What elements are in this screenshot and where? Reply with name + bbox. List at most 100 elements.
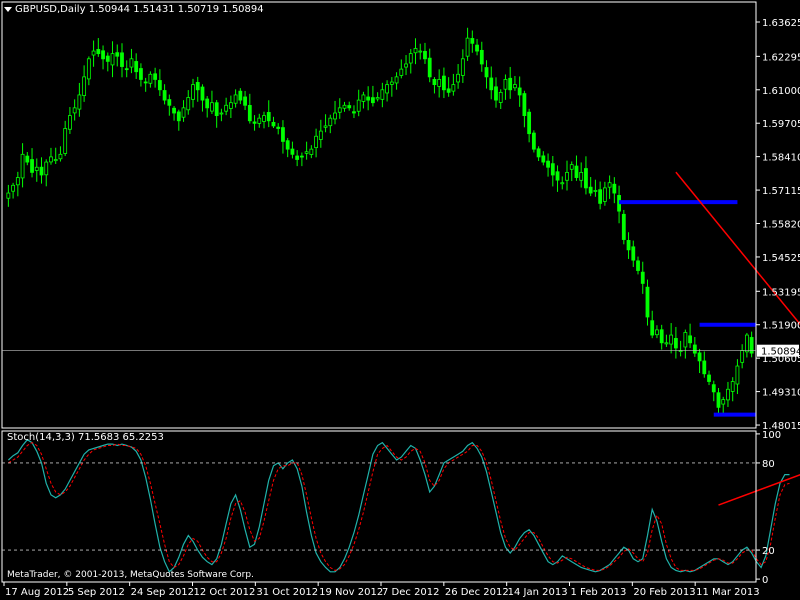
- candle-body: [385, 84, 390, 94]
- candle-body: [91, 50, 96, 56]
- candle-body: [579, 171, 584, 181]
- candle-body: [243, 96, 247, 106]
- candle-body: [446, 88, 451, 93]
- stoch-title: Stoch(14,3,3) 71.5683 65.2253: [7, 432, 164, 443]
- candle-body: [176, 111, 181, 122]
- candle-body: [167, 99, 172, 106]
- candle-body: [550, 163, 555, 176]
- candle-body: [607, 182, 612, 188]
- candle-body: [228, 102, 233, 109]
- candle-body: [318, 130, 323, 140]
- candle-body: [432, 78, 437, 86]
- time-tick-label: 20 Feb 2013: [633, 587, 695, 598]
- candle-body: [716, 392, 721, 408]
- candle-body: [210, 102, 214, 112]
- candle-body: [262, 115, 266, 122]
- candle-body: [688, 335, 692, 344]
- candle-body: [105, 55, 110, 62]
- candle-body: [342, 104, 347, 109]
- candle-body: [299, 155, 304, 158]
- candle-body: [356, 99, 361, 112]
- candle-body: [744, 334, 749, 353]
- price-tick-label: 1.57115: [762, 186, 800, 197]
- candle-body: [683, 332, 688, 348]
- candle-body: [143, 81, 148, 84]
- candle-body: [252, 121, 257, 124]
- candle-body: [30, 159, 34, 173]
- candle-body: [465, 37, 470, 57]
- candle-body: [375, 97, 380, 100]
- candle-body: [612, 183, 617, 194]
- candle-body: [181, 107, 186, 118]
- candle-body: [186, 97, 191, 111]
- price-tick-label: 1.58410: [762, 153, 800, 164]
- candle-body: [15, 177, 20, 186]
- candle-body: [489, 77, 494, 91]
- candle-body: [503, 79, 508, 90]
- candle-body: [536, 148, 541, 158]
- candle-body: [621, 213, 626, 240]
- candle-body: [517, 87, 522, 96]
- candle-body: [513, 84, 517, 89]
- time-tick-label: 17 Aug 2012: [5, 587, 69, 598]
- candle-body: [6, 192, 11, 199]
- candle-body: [281, 127, 285, 142]
- candle-body: [541, 155, 546, 163]
- candle-body: [413, 48, 418, 54]
- candle-body: [404, 63, 408, 68]
- candle-body: [63, 128, 68, 154]
- candle-body: [669, 334, 674, 345]
- chart-canvas[interactable]: 1.63625 1.62295 1.61000 1.59705 1.58410 1.571…: [0, 0, 800, 600]
- candle-body: [650, 320, 655, 336]
- candle-body: [626, 240, 631, 251]
- ohlc-values: 1.50944 1.51431 1.50719 1.50894: [88, 4, 264, 15]
- candle-body: [96, 49, 101, 55]
- candle-body: [191, 84, 195, 100]
- candle-body: [214, 102, 219, 117]
- candle-body: [560, 182, 565, 185]
- candle-body: [328, 117, 333, 127]
- candle-body: [49, 156, 53, 163]
- candle-body: [418, 50, 423, 53]
- candle-body: [702, 360, 707, 375]
- candle-body: [53, 159, 58, 162]
- candle-body: [555, 171, 560, 181]
- candle-body: [494, 86, 498, 101]
- time-tick-label: 7 Dec 2012: [382, 587, 440, 598]
- candle-body: [101, 50, 105, 60]
- candle-body: [707, 374, 711, 382]
- candle-body: [337, 107, 342, 113]
- candle-body: [134, 61, 139, 73]
- candle-body: [333, 112, 337, 120]
- candle-body: [370, 97, 375, 104]
- candle-body: [139, 68, 143, 80]
- candle-body: [565, 171, 569, 181]
- time-tick-label: 24 Sep 2012: [131, 587, 194, 598]
- candle-body: [25, 155, 30, 163]
- stoch-tick-label: 0: [762, 575, 768, 586]
- triangle-down-icon[interactable]: [4, 7, 12, 12]
- candle-body: [692, 344, 697, 354]
- candle-body: [238, 90, 243, 101]
- chart-header: GBPUSD,Daily 1.50944 1.51431 1.50719 1.5…: [15, 4, 264, 15]
- candle-body: [380, 89, 385, 100]
- candle-body: [437, 79, 442, 87]
- candle-body: [735, 365, 740, 385]
- current-price-label: 1.50894: [761, 347, 800, 358]
- price-tick-label: 1.59705: [762, 119, 800, 130]
- candle-body: [304, 151, 309, 154]
- time-tick-label: 1 Feb 2013: [571, 587, 627, 598]
- candle-body: [195, 82, 200, 91]
- candle-body: [157, 80, 162, 91]
- candle-body: [531, 132, 536, 150]
- candle-body: [129, 58, 134, 68]
- candle-body: [257, 117, 262, 124]
- candle-body: [314, 135, 318, 149]
- candle-body: [361, 94, 366, 102]
- price-tick-label: 1.51900: [762, 321, 800, 332]
- price-tick-label: 1.49310: [762, 388, 800, 399]
- candle-body: [72, 107, 77, 114]
- candle-body: [162, 90, 167, 101]
- candle-body: [408, 53, 413, 64]
- candle-body: [588, 186, 593, 194]
